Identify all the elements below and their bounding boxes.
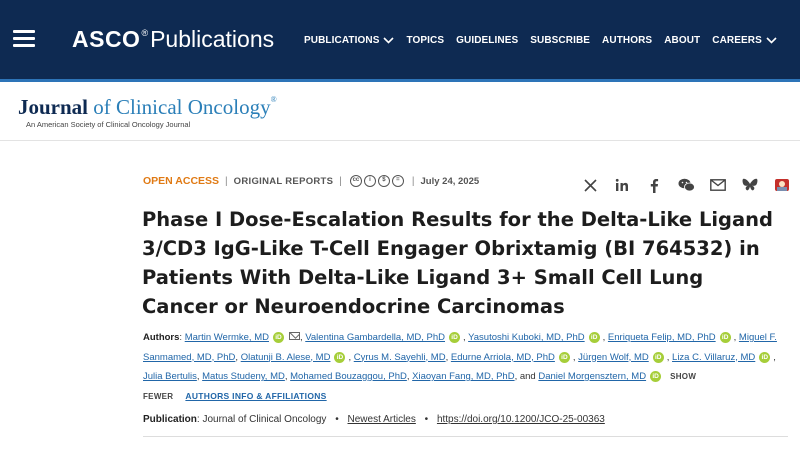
author-link[interactable]: Julia Bertulis bbox=[143, 371, 197, 382]
nav-item-label: CAREERS bbox=[712, 35, 762, 46]
chevron-down-icon bbox=[383, 37, 395, 44]
menu-icon[interactable] bbox=[13, 30, 35, 48]
nc-icon: $ bbox=[377, 175, 390, 187]
nav-item-label: ABOUT bbox=[664, 35, 701, 46]
orcid-icon[interactable]: iD bbox=[759, 351, 771, 363]
author-link[interactable]: Enriqueta Felip, MD, PhD bbox=[608, 332, 716, 343]
bullet: • bbox=[424, 414, 429, 425]
newest-articles-link[interactable]: Newest Articles bbox=[348, 414, 416, 425]
by-icon: i bbox=[363, 175, 376, 187]
and-word: and bbox=[519, 371, 536, 382]
wechat-icon[interactable] bbox=[676, 176, 696, 194]
orcid-icon[interactable]: iD bbox=[719, 332, 731, 343]
article-meta: OPEN ACCESS | ORIGINAL REPORTS | cc i $ … bbox=[143, 175, 479, 187]
divider: | bbox=[411, 175, 415, 187]
brand-main: ASCO bbox=[72, 26, 141, 52]
nav-item-subscribe[interactable]: SUBSCRIBE bbox=[530, 35, 590, 46]
open-access-badge: OPEN ACCESS bbox=[143, 175, 220, 187]
authors-label: Authors bbox=[143, 332, 180, 343]
divider: | bbox=[339, 175, 342, 187]
email-icon[interactable] bbox=[708, 176, 728, 194]
doi-link[interactable]: https://doi.org/10.1200/JCO-25-00363 bbox=[437, 414, 605, 425]
authors-affiliations-link[interactable]: AUTHORS INFO & AFFILIATIONS bbox=[185, 391, 326, 401]
journal-logo[interactable]: Journal of Clinical Oncology® An America… bbox=[18, 95, 277, 129]
author-link[interactable]: Valentina Gambardella, MD, PhD bbox=[305, 332, 445, 343]
brand-registered: ® bbox=[141, 28, 149, 38]
author-link[interactable]: Yasutoshi Kuboki, MD, PhD bbox=[468, 332, 585, 343]
nav-item-publications[interactable]: PUBLICATIONS bbox=[304, 35, 395, 46]
author-link[interactable]: Mohamed Bouzaggou, PhD bbox=[290, 371, 407, 382]
authors-list: Authors: Martin Wermke, MD iD, Valentina … bbox=[143, 332, 777, 401]
author-link[interactable]: Daniel Morgensztern, MD bbox=[538, 371, 646, 382]
article-type[interactable]: ORIGINAL REPORTS bbox=[234, 176, 334, 187]
author-link[interactable]: Cyrus M. Sayehli, MD bbox=[354, 352, 446, 363]
nav-item-careers[interactable]: CAREERS bbox=[712, 35, 777, 46]
orcid-icon[interactable]: iD bbox=[449, 332, 461, 343]
journal-name-part1: Journal bbox=[18, 95, 89, 119]
author-link[interactable]: Matus Studeny, MD bbox=[202, 371, 285, 382]
orcid-icon[interactable]: iD bbox=[272, 332, 284, 343]
cc-icon: cc bbox=[349, 175, 362, 187]
author-link[interactable]: Xiaoyan Fang, MD, PhD bbox=[412, 371, 514, 382]
mendeley-icon[interactable] bbox=[772, 176, 792, 194]
journal-name-part2: of Clinical Oncology bbox=[88, 95, 271, 119]
bluesky-icon[interactable] bbox=[740, 176, 760, 194]
facebook-icon[interactable] bbox=[644, 176, 664, 194]
author-link[interactable]: Liza C. Villaruz, MD bbox=[672, 352, 755, 363]
x-icon[interactable] bbox=[580, 176, 600, 194]
orcid-icon[interactable]: iD bbox=[334, 351, 346, 363]
author-link[interactable]: Jürgen Wolf, MD bbox=[578, 352, 649, 363]
journal-subtitle: An American Society of Clinical Oncology… bbox=[26, 120, 191, 129]
orcid-icon[interactable]: iD bbox=[558, 351, 570, 363]
author-link[interactable]: Olatunji B. Alese, MD bbox=[241, 352, 331, 363]
share-toolbar bbox=[580, 176, 800, 194]
nav-item-about[interactable]: ABOUT bbox=[664, 35, 700, 46]
nav-item-label: AUTHORS bbox=[602, 35, 653, 46]
mail-icon[interactable] bbox=[288, 332, 300, 340]
orcid-icon[interactable]: iD bbox=[652, 351, 664, 363]
asco-publications-logo[interactable]: ASCO®Publications bbox=[72, 26, 274, 53]
journal-registered: ® bbox=[270, 95, 277, 104]
linkedin-icon[interactable] bbox=[612, 176, 632, 194]
header-divider bbox=[0, 140, 800, 141]
nav-item-authors[interactable]: AUTHORS bbox=[602, 35, 652, 46]
publication-journal: Journal of Clinical Oncology bbox=[202, 414, 327, 425]
top-navbar: ASCO®Publications PUBLICATIONS TOPICS GUID… bbox=[0, 0, 800, 82]
publication-label: Publication bbox=[143, 414, 197, 425]
nd-icon: = bbox=[391, 175, 404, 187]
nav-item-label: GUIDELINES bbox=[456, 35, 519, 46]
orcid-icon[interactable]: iD bbox=[588, 332, 600, 343]
nav-item-guidelines[interactable]: GUIDELINES bbox=[456, 35, 518, 46]
orcid-icon[interactable]: iD bbox=[650, 371, 662, 382]
article-title: Phase I Dose-Escalation Results for the … bbox=[142, 208, 774, 318]
publication-date: July 24, 2025 bbox=[420, 175, 480, 187]
chevron-down-icon bbox=[766, 37, 777, 44]
main-nav: PUBLICATIONS TOPICS GUIDELINES SUBSCRIBE AUT… bbox=[304, 35, 789, 46]
divider: | bbox=[225, 175, 228, 187]
nav-item-label: SUBSCRIBE bbox=[530, 35, 591, 46]
brand-sub: Publications bbox=[150, 26, 275, 52]
creative-commons-license-icons[interactable]: cc i $ = bbox=[349, 175, 406, 187]
nav-item-label: PUBLICATIONS bbox=[304, 35, 380, 46]
author-link[interactable]: Martin Wermke, MD bbox=[185, 332, 269, 343]
nav-item-topics[interactable]: TOPICS bbox=[406, 35, 444, 46]
author-link[interactable]: Edurne Arriola, MD, PhD bbox=[451, 352, 555, 363]
journal-name: Journal of Clinical Oncology® bbox=[18, 95, 277, 120]
divider-line bbox=[143, 436, 788, 437]
nav-item-label: TOPICS bbox=[406, 35, 445, 46]
publication-info: Publication: Journal of Clinical Oncolog… bbox=[143, 414, 605, 425]
bullet: • bbox=[335, 414, 339, 425]
